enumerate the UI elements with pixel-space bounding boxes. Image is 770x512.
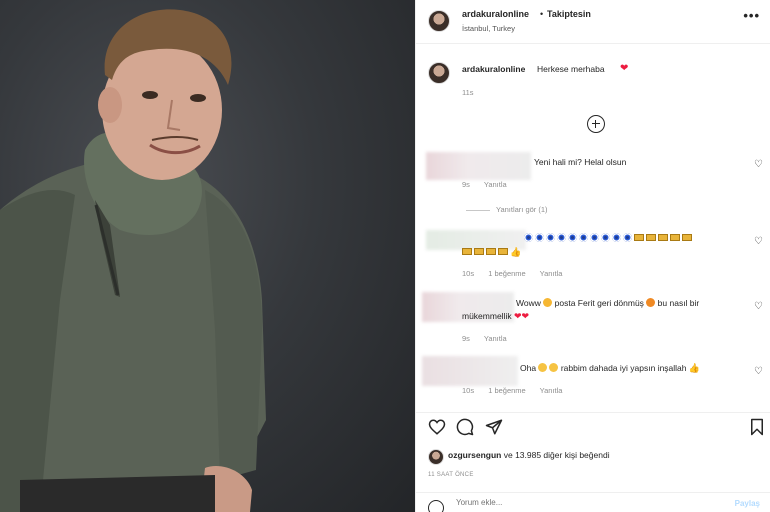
comment-like-heart-icon[interactable]: ♡ [754,237,764,247]
comment-text: Woww posta Ferit geri dönmüş bu nasıl bi… [516,296,699,310]
add-comment-input[interactable] [456,498,706,507]
posted-time: 11 SAAT ÖNCE [428,472,474,478]
emoji-smile-icon[interactable] [428,500,444,512]
comment-meta: 10s 1 beğenme Yanıtla [462,269,574,278]
reply-link[interactable]: Yanıtla [484,180,507,189]
caption-username[interactable]: ardakuralonline [462,64,525,74]
crown-emoji-icon [682,234,692,241]
reply-link[interactable]: Yanıtla [540,269,563,278]
post-photo[interactable] [0,0,415,512]
crown-emoji-icon [474,248,484,255]
liker-avatar[interactable] [428,449,444,465]
comment-time: 10s [462,386,475,395]
red-heart-emoji-icon: ❤ [620,63,629,74]
crown-emoji-icon [634,234,644,241]
follow-status[interactable]: Takiptesin [547,9,591,19]
comment-emoji-row-2: 👍 [462,245,521,259]
comment-like-heart-icon[interactable]: ♡ [754,302,764,312]
evil-eye-emoji-icon [568,233,577,242]
comment-time: 9s [462,180,470,189]
more-options-icon[interactable]: ••• [743,8,760,23]
evil-eye-emoji-icon [535,233,544,242]
comment-text-part: Woww [516,298,541,308]
evil-eye-emoji-icon [612,233,621,242]
star-struck-emoji-icon [543,298,553,307]
comment-likes[interactable]: 1 beğenme [488,269,526,278]
reply-link[interactable]: Yanıtla [540,386,563,395]
reply-link[interactable]: Yanıtla [484,334,507,343]
crown-emoji-icon [498,248,508,255]
likes-count-text[interactable]: ve 13.985 diğer kişi beğendi [504,450,610,460]
fire-emoji-icon [646,298,656,307]
comment-likes[interactable]: 1 beğenme [488,386,526,395]
comment-time: 10s [462,269,475,278]
caption-time: 11s [462,88,474,97]
crown-emoji-icon [670,234,680,241]
comment-text-part: bu nasıl bir [657,298,700,308]
red-heart-emoji-icon: ❤❤ [513,311,530,321]
comment-like-heart-icon[interactable]: ♡ [754,160,764,170]
comment-text-part: Oha [520,363,537,373]
crown-emoji-icon [646,234,656,241]
evil-eye-emoji-icon [524,233,533,242]
caption-avatar[interactable] [428,62,450,84]
comment-meta: 9s Yanıtla [462,334,519,343]
header-username[interactable]: ardakuralonline [462,9,529,19]
evil-eye-emoji-icon [590,233,599,242]
crown-emoji-icon [462,248,472,255]
comment-meta: 9s Yanıtla [462,180,519,189]
bookmark-icon[interactable] [748,418,766,436]
comment-time: 9s [462,334,470,343]
header-location[interactable]: İstanbul, Turkey [462,24,515,33]
comment-like-heart-icon[interactable]: ♡ [754,367,764,377]
post-comment-button[interactable]: Paylaş [735,499,760,508]
replies-divider [466,210,490,211]
comment-meta: 10s 1 beğenme Yanıtla [462,386,574,395]
blurred-commenter [422,356,518,386]
evil-eye-emoji-icon [623,233,632,242]
likes-text[interactable]: ozgursengun ve 13.985 diğer kişi beğendi [448,450,610,460]
comment-bubble-icon[interactable] [456,418,474,436]
post-side-panel: ardakuralonline • Takiptesin İstanbul, T… [415,0,770,512]
comment-text: Yeni hali mi? Helal olsun [534,157,627,167]
crown-emoji-icon [658,234,668,241]
liker-username[interactable]: ozgursengun [448,450,501,460]
header-avatar[interactable] [428,10,450,32]
view-replies-link[interactable]: Yanıtları gör (1) [496,205,548,214]
surprised-emoji-icon [538,363,548,372]
comment-text-part: mükemmellik [462,311,512,321]
evil-eye-emoji-icon [601,233,610,242]
comment-text-part: rabbim dahada iyi yapsın inşallah [560,363,687,373]
thumbs-up-emoji-icon: 👍 [510,247,522,257]
person-portrait [0,9,266,512]
evil-eye-emoji-icon [546,233,555,242]
header-dot: • [540,9,544,19]
surprised-emoji-icon [549,363,559,372]
thumbs-up-emoji-icon: 👍 [688,363,701,373]
evil-eye-emoji-icon [557,233,566,242]
comment-text: mükemmellik ❤❤ [462,309,529,323]
comment-emoji-row [524,231,749,245]
post-header [416,0,770,44]
load-more-comments-icon[interactable] [587,115,605,133]
crown-emoji-icon [486,248,496,255]
caption-text: Herkese merhaba [537,64,605,74]
evil-eye-emoji-icon [579,233,588,242]
like-heart-icon[interactable] [428,418,446,436]
blurred-commenter [426,152,531,180]
comment-text-part: posta Ferit geri dönmüş [554,298,644,308]
share-paper-plane-icon[interactable] [485,418,503,436]
comment-text: Oha rabbim dahada iyi yapsın inşallah 👍 [520,361,700,375]
